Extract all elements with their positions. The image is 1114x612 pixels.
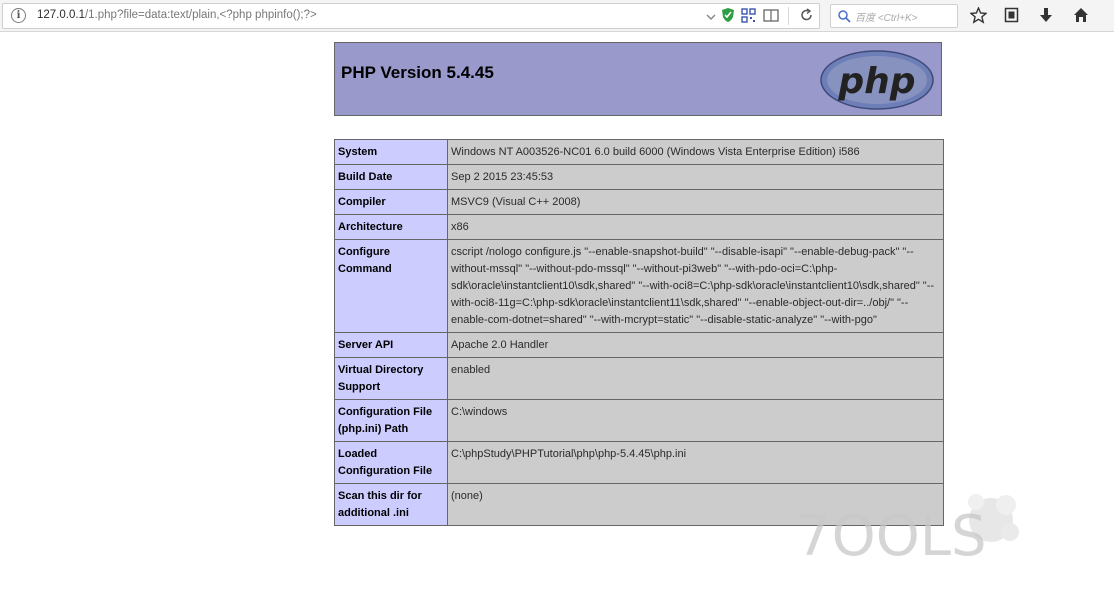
reload-icon[interactable] (800, 8, 814, 23)
dropdown-icon[interactable] (706, 9, 716, 23)
table-row: System Windows NT A003526-NC01 6.0 build … (334, 139, 944, 165)
row-key: Loaded Configuration File (334, 441, 448, 484)
reader-icon[interactable] (763, 8, 779, 23)
row-value: x86 (447, 214, 944, 240)
home-icon[interactable] (1073, 7, 1089, 23)
php-logo: php (820, 50, 934, 110)
php-logo-text: php (837, 61, 915, 102)
row-value: Windows NT A003526-NC01 6.0 build 6000 (… (447, 139, 944, 165)
download-icon[interactable] (1039, 7, 1053, 24)
row-key: Server API (334, 332, 448, 358)
row-value: C:\windows (447, 399, 944, 442)
table-row: Server API Apache 2.0 Handler (334, 332, 944, 358)
row-key: System (334, 139, 448, 165)
table-row: Architecture x86 (334, 214, 944, 240)
phpinfo-table: System Windows NT A003526-NC01 6.0 build … (334, 139, 944, 526)
table-row: Configure Command cscript /nologo configu… (334, 239, 944, 333)
address-bar[interactable]: i 127.0.0.1/1.php?file=data:text/plain,<… (2, 3, 820, 29)
separator (788, 7, 789, 25)
row-key: Architecture (334, 214, 448, 240)
shield-icon[interactable] (721, 7, 735, 23)
row-value: enabled (447, 357, 944, 400)
url-path: /1.php?file=data:text/plain,<?php phpinf… (84, 9, 317, 21)
search-placeholder: 百度 <Ctrl+K> (855, 13, 918, 24)
row-value: Apache 2.0 Handler (447, 332, 944, 358)
library-icon[interactable] (1004, 7, 1019, 23)
page-title: PHP Version 5.4.45 (341, 63, 494, 82)
url-text[interactable]: 127.0.0.1/1.php?file=data:text/plain,<?p… (37, 9, 317, 21)
row-key: Configure Command (334, 239, 448, 333)
table-row: Virtual Directory Support enabled (334, 357, 944, 400)
qr-icon[interactable] (741, 8, 756, 23)
row-value: MSVC9 (Visual C++ 2008) (447, 189, 944, 215)
search-icon (838, 10, 851, 23)
row-key: Scan this dir for additional .ini (334, 483, 448, 526)
url-host: 127.0.0.1 (37, 9, 85, 21)
row-key: Build Date (334, 164, 448, 190)
browser-toolbar: i 127.0.0.1/1.php?file=data:text/plain,<… (0, 0, 1114, 32)
info-icon[interactable]: i (11, 8, 26, 23)
star-icon[interactable] (970, 7, 987, 24)
watermark-text: 7OOLS (796, 504, 987, 569)
row-key: Configuration File (php.ini) Path (334, 399, 448, 442)
watermark-logo: 7OOLS (796, 494, 1019, 569)
row-key: Compiler (334, 189, 448, 215)
row-value: Sep 2 2015 23:45:53 (447, 164, 944, 190)
search-box[interactable]: 百度 <Ctrl+K> (830, 4, 958, 28)
php-version-header: PHP Version 5.4.45 php (334, 42, 942, 116)
row-value: cscript /nologo configure.js "--enable-s… (447, 239, 944, 333)
row-key: Virtual Directory Support (334, 357, 448, 400)
table-row: Compiler MSVC9 (Visual C++ 2008) (334, 189, 944, 215)
table-row: Build Date Sep 2 2015 23:45:53 (334, 164, 944, 190)
table-row: Configuration File (php.ini) Path C:\wind… (334, 399, 944, 442)
